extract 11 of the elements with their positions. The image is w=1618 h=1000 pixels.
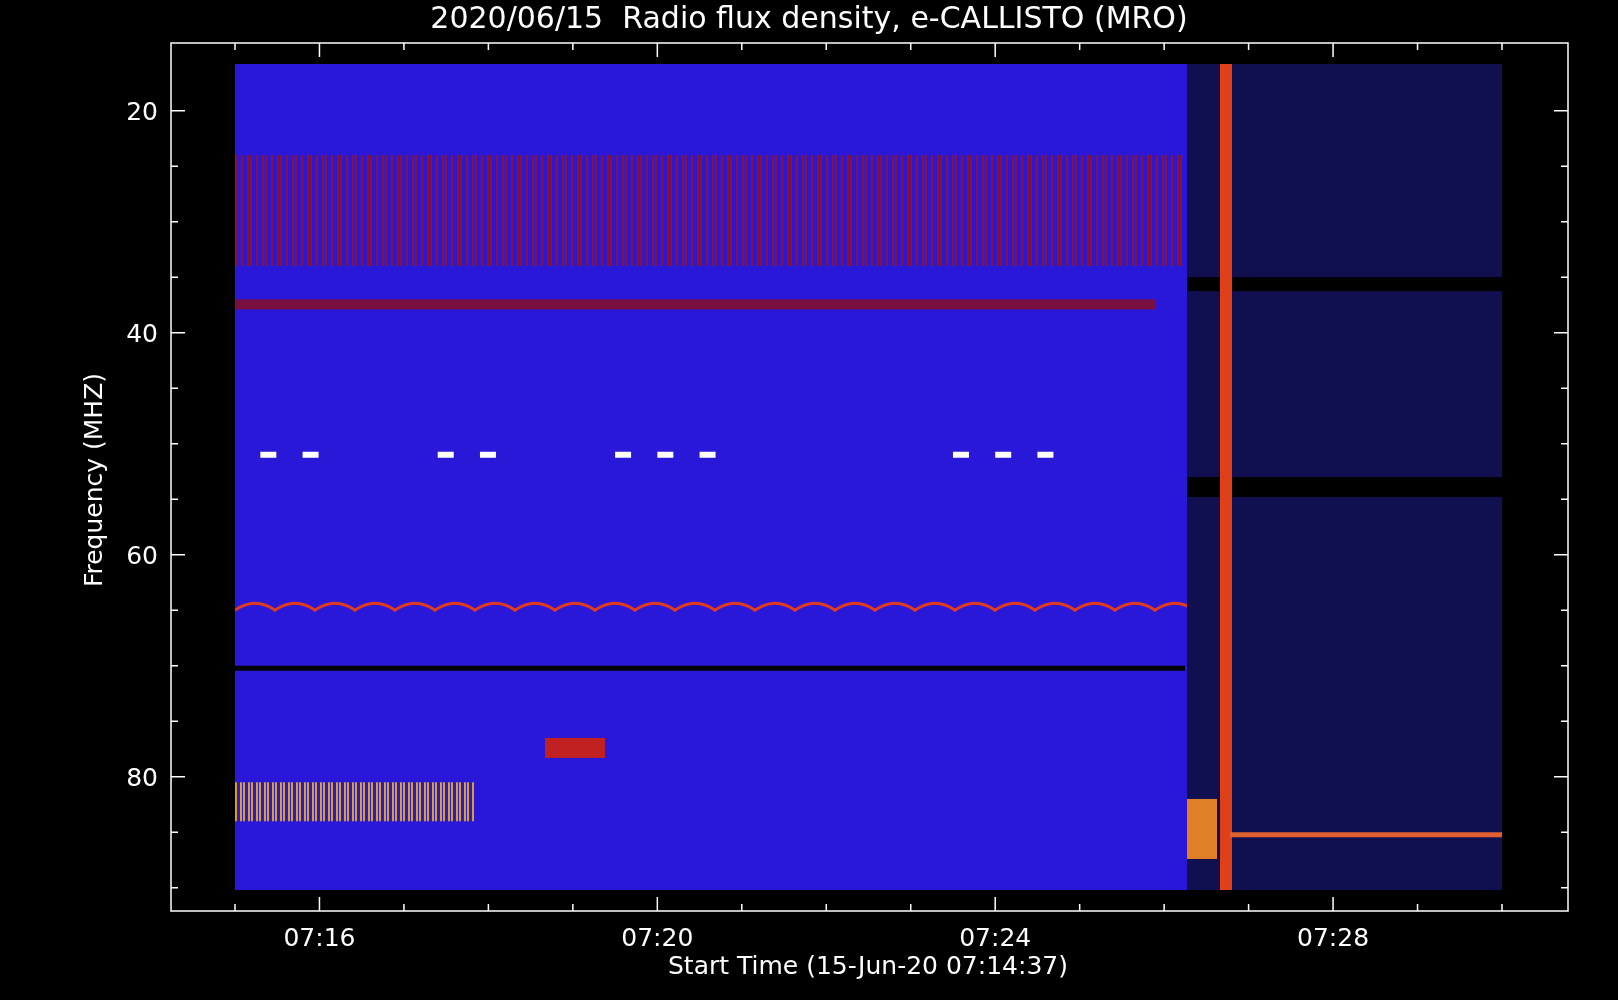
x-axis-label: Start Time (15-Jun-20 07:14:37) [668, 951, 1068, 980]
y-tick-label: 80 [126, 762, 158, 792]
x-tick-label: 07:24 [959, 923, 1032, 952]
chart-title: 2020/06/15 Radio flux density, e-CALLISTO (MRO) [430, 0, 1188, 37]
x-tick-label: 07:20 [621, 923, 694, 952]
y-tick-label: 20 [126, 96, 158, 126]
y-tick-label: 60 [126, 540, 158, 570]
y-tick-label: 40 [126, 318, 158, 348]
x-tick-label: 07:28 [1297, 923, 1370, 952]
y-axis-label: Frequency (MHZ) [79, 372, 108, 588]
x-tick-label: 07:16 [283, 923, 356, 952]
